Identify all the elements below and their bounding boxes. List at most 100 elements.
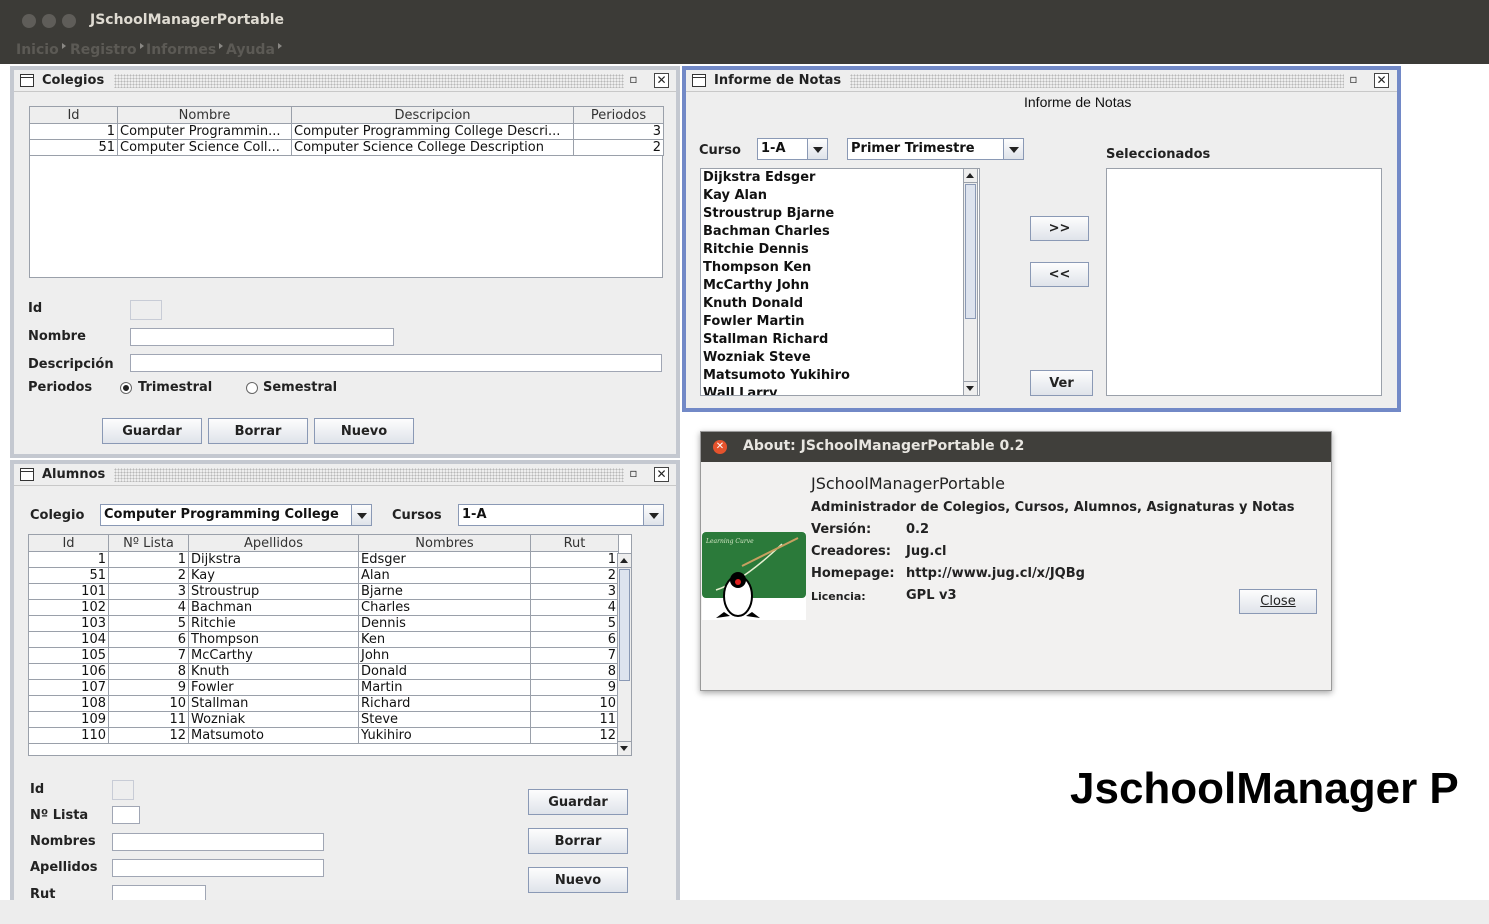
restore-icon[interactable]: ▫ [1346,73,1361,88]
about-dialog-title-bar[interactable]: ✕ About: JSchoolManagerPortable 0.2 [701,432,1331,462]
alumnos-nuevo-button[interactable]: Nuevo [528,867,628,893]
column-header[interactable]: Apellidos [188,535,359,552]
colegios-guardar-button[interactable]: Guardar [102,418,202,444]
nombre-field[interactable] [130,328,394,346]
remove-selected-button[interactable]: << [1030,262,1089,287]
column-header[interactable]: Descripcion [291,106,574,124]
homepage-value[interactable]: http://www.jug.cl/x/JQBg [906,566,1085,581]
list-item[interactable]: Bachman Charles [701,223,963,241]
column-header[interactable]: Rut [530,535,619,552]
menu-informes[interactable]: Informes [146,42,224,58]
table-row[interactable]: 108 10 Stallman Richard 10 [29,695,619,712]
colegios-borrar-button[interactable]: Borrar [208,418,308,444]
curso-select[interactable]: 1-A [757,138,828,160]
minimize-window-button[interactable] [42,14,56,28]
table-row[interactable]: 107 9 Fowler Martin 9 [29,679,619,696]
table-row[interactable]: 106 8 Knuth Donald 8 [29,663,619,680]
add-selected-button[interactable]: >> [1030,216,1089,241]
list-item[interactable]: Stallman Richard [701,331,963,349]
list-item[interactable]: Knuth Donald [701,295,963,313]
table-row[interactable]: 101 3 Stroustrup Bjarne 3 [29,583,619,600]
alumnos-table[interactable]: Id Nº Lista Apellidos Nombres Rut 1 1 Dijk… [28,534,632,756]
nlista-field[interactable] [112,806,140,824]
scroll-up-icon[interactable] [964,169,977,183]
list-item[interactable]: McCarthy John [701,277,963,295]
list-item[interactable]: Fowler Martin [701,313,963,331]
column-header[interactable]: Periodos [573,106,664,124]
list-item[interactable]: Wozniak Steve [701,349,963,367]
table-row[interactable]: 1 1 Dijkstra Edsger 1 [29,551,619,568]
colegios-nuevo-button[interactable]: Nuevo [314,418,414,444]
trimestral-label[interactable]: Trimestral [138,380,212,395]
menu-inicio[interactable]: Inicio [16,42,66,58]
cursos-select[interactable]: 1-A [458,504,664,526]
column-header[interactable]: Nombre [117,106,292,124]
column-header[interactable]: Nº Lista [108,535,189,552]
colegio-select-value: Computer Programming College [104,507,339,522]
students-list[interactable]: Dijkstra Edsger Kay Alan Stroustrup Bjarne… [700,168,980,396]
close-icon[interactable]: ✕ [713,440,727,454]
semestral-radio[interactable] [246,382,258,394]
maximize-window-button[interactable] [62,14,76,28]
table-row[interactable]: 102 4 Bachman Charles 4 [29,599,619,616]
list-item[interactable]: Wall Larry [701,385,963,395]
close-window-button[interactable] [22,14,36,28]
selected-list[interactable] [1106,168,1382,396]
menu-ayuda[interactable]: Ayuda [226,42,282,58]
list-item[interactable]: Thompson Ken [701,259,963,277]
students-scrollbar[interactable] [963,169,978,395]
restore-icon[interactable]: ▫ [626,467,641,482]
list-item[interactable]: Stroustrup Bjarne [701,205,963,223]
semestral-label[interactable]: Semestral [263,380,337,395]
chevron-down-icon[interactable] [807,139,827,159]
restore-icon[interactable]: ▫ [626,73,641,88]
descripcion-field[interactable] [130,354,662,372]
scroll-thumb[interactable] [619,569,630,681]
creators-value: Jug.cl [906,544,947,559]
chevron-down-icon[interactable] [643,505,663,525]
alumnos-scrollbar[interactable] [617,553,631,755]
colegio-select[interactable]: Computer Programming College [100,504,372,526]
table-row[interactable]: 1 Computer Programmin... Computer Programm… [29,123,664,140]
nombres-field[interactable] [112,833,324,851]
table-row[interactable]: 51 Computer Science Coll... Computer Scien… [29,139,664,156]
close-icon[interactable]: ✕ [1374,73,1389,88]
scroll-down-icon[interactable] [618,741,631,755]
table-row[interactable]: 104 6 Thompson Ken 6 [29,631,619,648]
chevron-down-icon[interactable] [1003,139,1023,159]
colegios-frame-title-bar[interactable]: Colegios ▫ ✕ [14,70,676,92]
trimestral-radio[interactable] [120,382,132,394]
list-item[interactable]: Dijkstra Edsger [701,169,963,187]
alumnos-borrar-button[interactable]: Borrar [528,828,628,854]
list-item[interactable]: Ritchie Dennis [701,241,963,259]
table-row[interactable]: 110 12 Matsumoto Yukihiro 12 [29,727,619,744]
column-header[interactable]: Id [29,535,109,552]
table-row[interactable]: 105 7 McCarthy John 7 [29,647,619,664]
ver-button[interactable]: Ver [1030,370,1093,396]
colegios-table[interactable]: Id Nombre Descripcion Periodos 1 Computer… [29,106,664,278]
periodo-select[interactable]: Primer Trimestre [847,138,1024,160]
alumnos-frame-title-bar[interactable]: Alumnos ▫ ✕ [14,464,676,486]
about-close-button[interactable]: Close [1239,589,1317,614]
table-cell: 1 [108,551,189,568]
apellidos-field[interactable] [112,859,324,877]
column-header[interactable]: Id [29,106,118,124]
table-cell: 9 [530,679,619,696]
column-header[interactable]: Nombres [358,535,531,552]
menu-registro[interactable]: Registro [70,42,144,58]
scroll-down-icon[interactable] [964,381,977,395]
close-icon[interactable]: ✕ [654,467,669,482]
apellidos-label: Apellidos [30,860,98,875]
chevron-down-icon[interactable] [351,505,371,525]
table-row[interactable]: 109 11 Wozniak Steve 11 [29,711,619,728]
informe-notas-frame-title-bar[interactable]: Informe de Notas ▫ ✕ [686,70,1397,92]
list-item[interactable]: Kay Alan [701,187,963,205]
close-icon[interactable]: ✕ [654,73,669,88]
table-row[interactable]: 103 5 Ritchie Dennis 5 [29,615,619,632]
table-row[interactable]: 51 2 Kay Alan 2 [29,567,619,584]
alumnos-guardar-button[interactable]: Guardar [528,789,628,815]
list-item[interactable]: Matsumoto Yukihiro [701,367,963,385]
scroll-up-icon[interactable] [618,554,631,568]
table-cell: Bjarne [358,583,531,600]
scroll-thumb[interactable] [965,184,976,319]
